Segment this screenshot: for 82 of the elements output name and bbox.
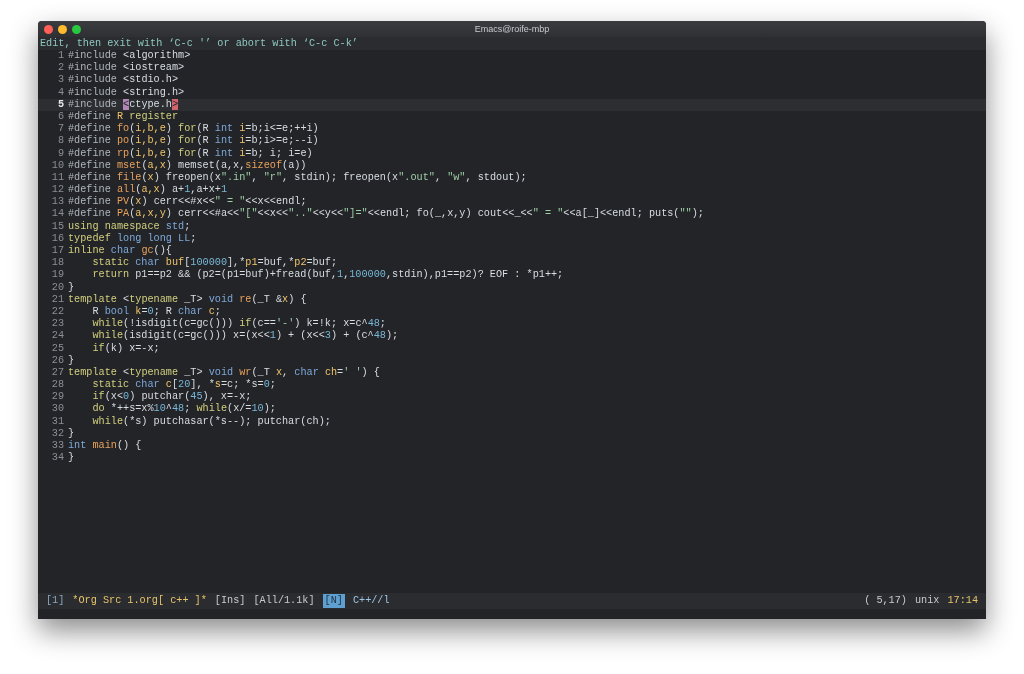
line-number: 2 (56, 62, 64, 75)
line-number: 32 (50, 427, 64, 440)
code-line: inline char gc(){ (68, 245, 172, 257)
line-number: 15 (50, 220, 64, 233)
code-line: #define po(i,b,e) for(R int i=b;i>=e;--i) (68, 135, 319, 148)
major-mode: C++//l (352, 594, 390, 608)
zoom-button[interactable] (72, 25, 81, 34)
line-number: 14 (50, 208, 64, 221)
code-line: typedef long long LL; (68, 232, 197, 245)
line-number: 6 (56, 110, 64, 124)
line-number: 16 (50, 232, 64, 245)
code-line: int main() { (68, 440, 142, 452)
code-line: #define rp(i,b,e) for(R int i=b; i; i=e) (68, 147, 313, 160)
line-number: 13 (50, 196, 64, 209)
line-number: 25 (50, 342, 64, 355)
line-number: 28 (50, 379, 64, 392)
line-number: 4 (56, 86, 64, 99)
line-number: 24 (50, 330, 64, 343)
code-line: #include <stdio.h> (68, 74, 179, 87)
line-number: 8 (56, 135, 64, 148)
code-line: #include <iostream> (68, 62, 185, 74)
line-number: 18 (50, 257, 64, 270)
minimize-button[interactable] (58, 25, 67, 34)
editor-state-indicator: [N] (322, 594, 345, 608)
code-line: } (68, 427, 75, 440)
code-line: #define PV(x) cerr<<#x<<" = "<<x<<endl; (68, 196, 307, 208)
line-number: 31 (50, 415, 64, 428)
code-line: #define PA(a,x,y) cerr<<#a<<"["<<x<<".."<<y<<"]="<<endl; fo(_,x,y) cout<<_<<" = "<<a[_]<<endl; puts(""); (68, 208, 704, 221)
code-line: if(x<0) putchar(45), x=-x; (91, 391, 252, 403)
line-number: 1 (56, 50, 64, 63)
window-title: Emacs@roife-mbp (474, 24, 550, 34)
close-button[interactable] (44, 25, 53, 34)
code-line: R bool k=0; R char c; (91, 305, 221, 318)
code-line: #define R register (68, 110, 179, 123)
code-line: #include <string.h> (68, 86, 185, 99)
buffer-name: 17:14 (947, 594, 978, 608)
code-line: #include <algorithm> (68, 50, 191, 62)
line-number: 7 (56, 123, 64, 136)
line-number: 5 (56, 98, 64, 111)
line-number: 33 (50, 440, 64, 453)
code-line: #define fo(i,b,e) for(R int i=b;i<=e;++i) (68, 123, 319, 135)
line-number: 12 (50, 184, 64, 197)
code-line: static char c[20], *s=c; *s=0; (91, 379, 276, 391)
code-line: template <typename _T> void wr(_T x, char ch=' ') { (68, 366, 380, 379)
mode-line-text: ( 5,17) (864, 594, 907, 608)
line-number: 17 (50, 245, 64, 258)
code-line: return p1==p2 && (p2=(p1=buf)+fread(buf,1,100000,stdin),p1==p2)? EOF : *p1++; (91, 269, 564, 282)
code-line: while(isdigit(c=gc())) x=(x<<1) + (x<<3) + (c^48); (91, 330, 399, 343)
line-number: 11 (50, 171, 64, 185)
code-line: if(k) x=-x; (91, 342, 160, 355)
mode-line-text: unix (914, 594, 940, 608)
code-line: do *++s=x%10^48; while(x/=10); (91, 403, 276, 416)
line-number: 10 (50, 159, 64, 172)
code-line: using namespace std; (68, 220, 191, 233)
line-number: 27 (50, 366, 64, 380)
code-line: } (68, 452, 75, 465)
code-line: #define mset(a,x) memset(a,x,sizeof(a)) (68, 159, 307, 172)
code-line: #define file(x) freopen(x".in", "r", stdin); freopen(x".out", "w", stdout); (68, 171, 527, 184)
window-number: [1] (46, 594, 65, 608)
code-line: while(*s) putchasar(*s--); putchar(ch); (91, 415, 331, 428)
line-number: 3 (56, 74, 64, 87)
line-number: 9 (56, 147, 64, 160)
line-number: 22 (50, 305, 64, 319)
code-line: #define all(a,x) a+1,a+x+1 (68, 184, 228, 196)
code-line: while(!isdigit(c=gc())) if(c=='-') k=!k; x=c^48; (91, 318, 386, 330)
line-number: 29 (50, 391, 64, 404)
line-number: 30 (50, 403, 64, 416)
line-number: 20 (50, 281, 64, 294)
line-number: 21 (50, 293, 64, 306)
code-line: #include <ctype.h> (68, 98, 179, 111)
line-number: 23 (50, 318, 64, 331)
code-line: static char buf[100000],*p1=buf,*p2=buf; (91, 257, 338, 269)
code-line: } (68, 281, 75, 294)
mode-line-text: [All/1.1k] (253, 594, 315, 608)
buffer-name: *Org Src 1.org[ c++ ]* (72, 594, 207, 608)
line-number: 26 (50, 354, 64, 367)
mode-line-text: [Ins] (214, 594, 246, 608)
line-number: 19 (50, 269, 64, 282)
line-number: 34 (50, 452, 64, 465)
code-line: template <typename _T> void re(_T &x) { (68, 293, 307, 306)
echo-message: Edit, then exit with ‘C-c '’ or abort with ‘C-c C-k’ (38, 37, 986, 50)
code-line: } (68, 354, 75, 367)
